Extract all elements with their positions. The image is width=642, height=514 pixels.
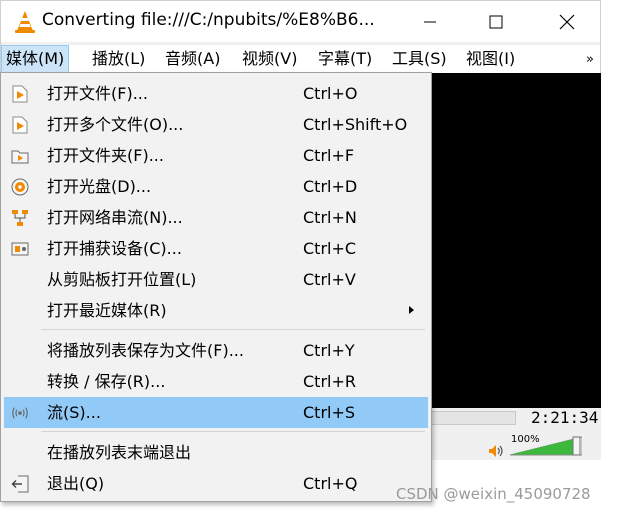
menu-item-label: 打开网络串流(N)... [47,208,183,227]
submenu-arrow-icon [409,306,414,314]
menu-item-shortcut: Ctrl+Shift+O [303,115,408,134]
window-title: Converting file:///C:/npubits/%E8%B6... [42,10,375,30]
close-button[interactable] [544,1,590,42]
controls-bar: 2:21:34 100% [431,408,601,460]
menu-video[interactable]: 视频(V) [238,45,301,73]
menu-item-open-disc[interactable]: 打开光盘(D)... Ctrl+D [4,171,428,202]
menu-item-shortcut: Ctrl+Y [303,341,355,360]
exit-icon [11,475,29,493]
vlc-cone-icon [15,11,35,33]
menu-item-shortcut: Ctrl+O [303,84,358,103]
video-area[interactable] [431,73,601,408]
menu-item-label: 将播放列表保存为文件(F)... [47,341,244,360]
stream-icon [11,404,29,422]
volume-slider[interactable] [510,436,582,456]
menu-item-shortcut: Ctrl+F [303,146,355,165]
disc-icon [11,178,29,196]
watermark: CSDN @weixin_45090728 [396,485,591,503]
minimize-button[interactable] [407,1,453,42]
speaker-icon[interactable] [488,444,504,458]
menu-subtitle[interactable]: 字幕(T) [314,45,376,73]
menu-item-open-file[interactable]: 打开文件(F)... Ctrl+O [4,78,428,109]
menu-item-open-network-stream[interactable]: 打开网络串流(N)... Ctrl+N [4,202,428,233]
media-menu-dropdown: 打开文件(F)... Ctrl+O 打开多个文件(O)... Ctrl+Shif… [0,72,432,502]
menu-overflow-chevron-icon[interactable]: » [586,52,594,67]
menu-item-quit-at-end-of-playlist[interactable]: 在播放列表末端退出 [4,437,428,468]
open-file-icon [11,85,29,103]
menu-item-quit[interactable]: 退出(Q) Ctrl+Q [4,468,428,499]
menu-tools[interactable]: 工具(S) [388,45,451,73]
menu-item-label: 打开多个文件(O)... [47,115,184,134]
menu-separator [41,329,425,330]
menu-item-open-multiple-files[interactable]: 打开多个文件(O)... Ctrl+Shift+O [4,109,428,140]
menu-item-open-from-clipboard[interactable]: 从剪贴板打开位置(L) Ctrl+V [4,264,428,295]
menu-item-label: 打开捕获设备(C)... [47,239,182,258]
time-display: 2:21:34 [531,408,599,427]
menu-item-label: 打开文件夹(F)... [47,146,164,165]
maximize-icon [489,15,503,28]
menu-item-convert-save[interactable]: 转换 / 保存(R)... Ctrl+R [4,366,428,397]
menu-item-label: 打开文件(F)... [47,84,148,103]
menu-item-shortcut: Ctrl+V [303,270,356,289]
menu-item-open-folder[interactable]: 打开文件夹(F)... Ctrl+F [4,140,428,171]
network-icon [11,209,29,227]
menu-item-label: 在播放列表末端退出 [47,443,192,462]
menu-media[interactable]: 媒体(M) [1,45,70,73]
menu-item-shortcut: Ctrl+D [303,177,358,196]
menu-item-label: 打开最近媒体(R) [47,301,167,320]
menu-item-label: 从剪贴板打开位置(L) [47,270,197,289]
menu-item-shortcut: Ctrl+Q [303,474,358,493]
capture-device-icon [11,240,29,258]
menu-item-shortcut: Ctrl+C [303,239,357,258]
title-bar[interactable]: Converting file:///C:/npubits/%E8%B6... [1,1,600,42]
menu-item-open-capture-device[interactable]: 打开捕获设备(C)... Ctrl+C [4,233,428,264]
maximize-button[interactable] [473,1,519,42]
menu-item-label: 转换 / 保存(R)... [47,372,166,391]
minimize-icon [424,21,436,22]
menu-item-label: 流(S)... [47,403,101,422]
menu-item-shortcut: Ctrl+S [303,403,356,422]
folder-icon [11,147,29,165]
close-icon [559,14,575,29]
menu-audio[interactable]: 音频(A) [161,45,224,73]
menu-item-shortcut: Ctrl+R [303,372,356,391]
menu-item-shortcut: Ctrl+N [303,208,357,227]
menu-separator [41,431,425,432]
menu-item-label: 打开光盘(D)... [47,177,152,196]
menu-item-label: 退出(Q) [47,474,105,493]
menu-view[interactable]: 视图(I) [462,45,519,73]
seek-bar[interactable] [431,411,516,425]
menu-item-save-playlist[interactable]: 将播放列表保存为文件(F)... Ctrl+Y [4,335,428,366]
menu-item-open-recent-media[interactable]: 打开最近媒体(R) [4,295,428,326]
menu-playback[interactable]: 播放(L) [88,45,149,73]
menu-item-stream[interactable]: 流(S)... Ctrl+S [4,397,428,428]
menu-bar: 媒体(M) 播放(L) 音频(A) 视频(V) 字幕(T) 工具(S) 视图(I… [1,45,600,74]
open-multiple-files-icon [11,116,29,134]
